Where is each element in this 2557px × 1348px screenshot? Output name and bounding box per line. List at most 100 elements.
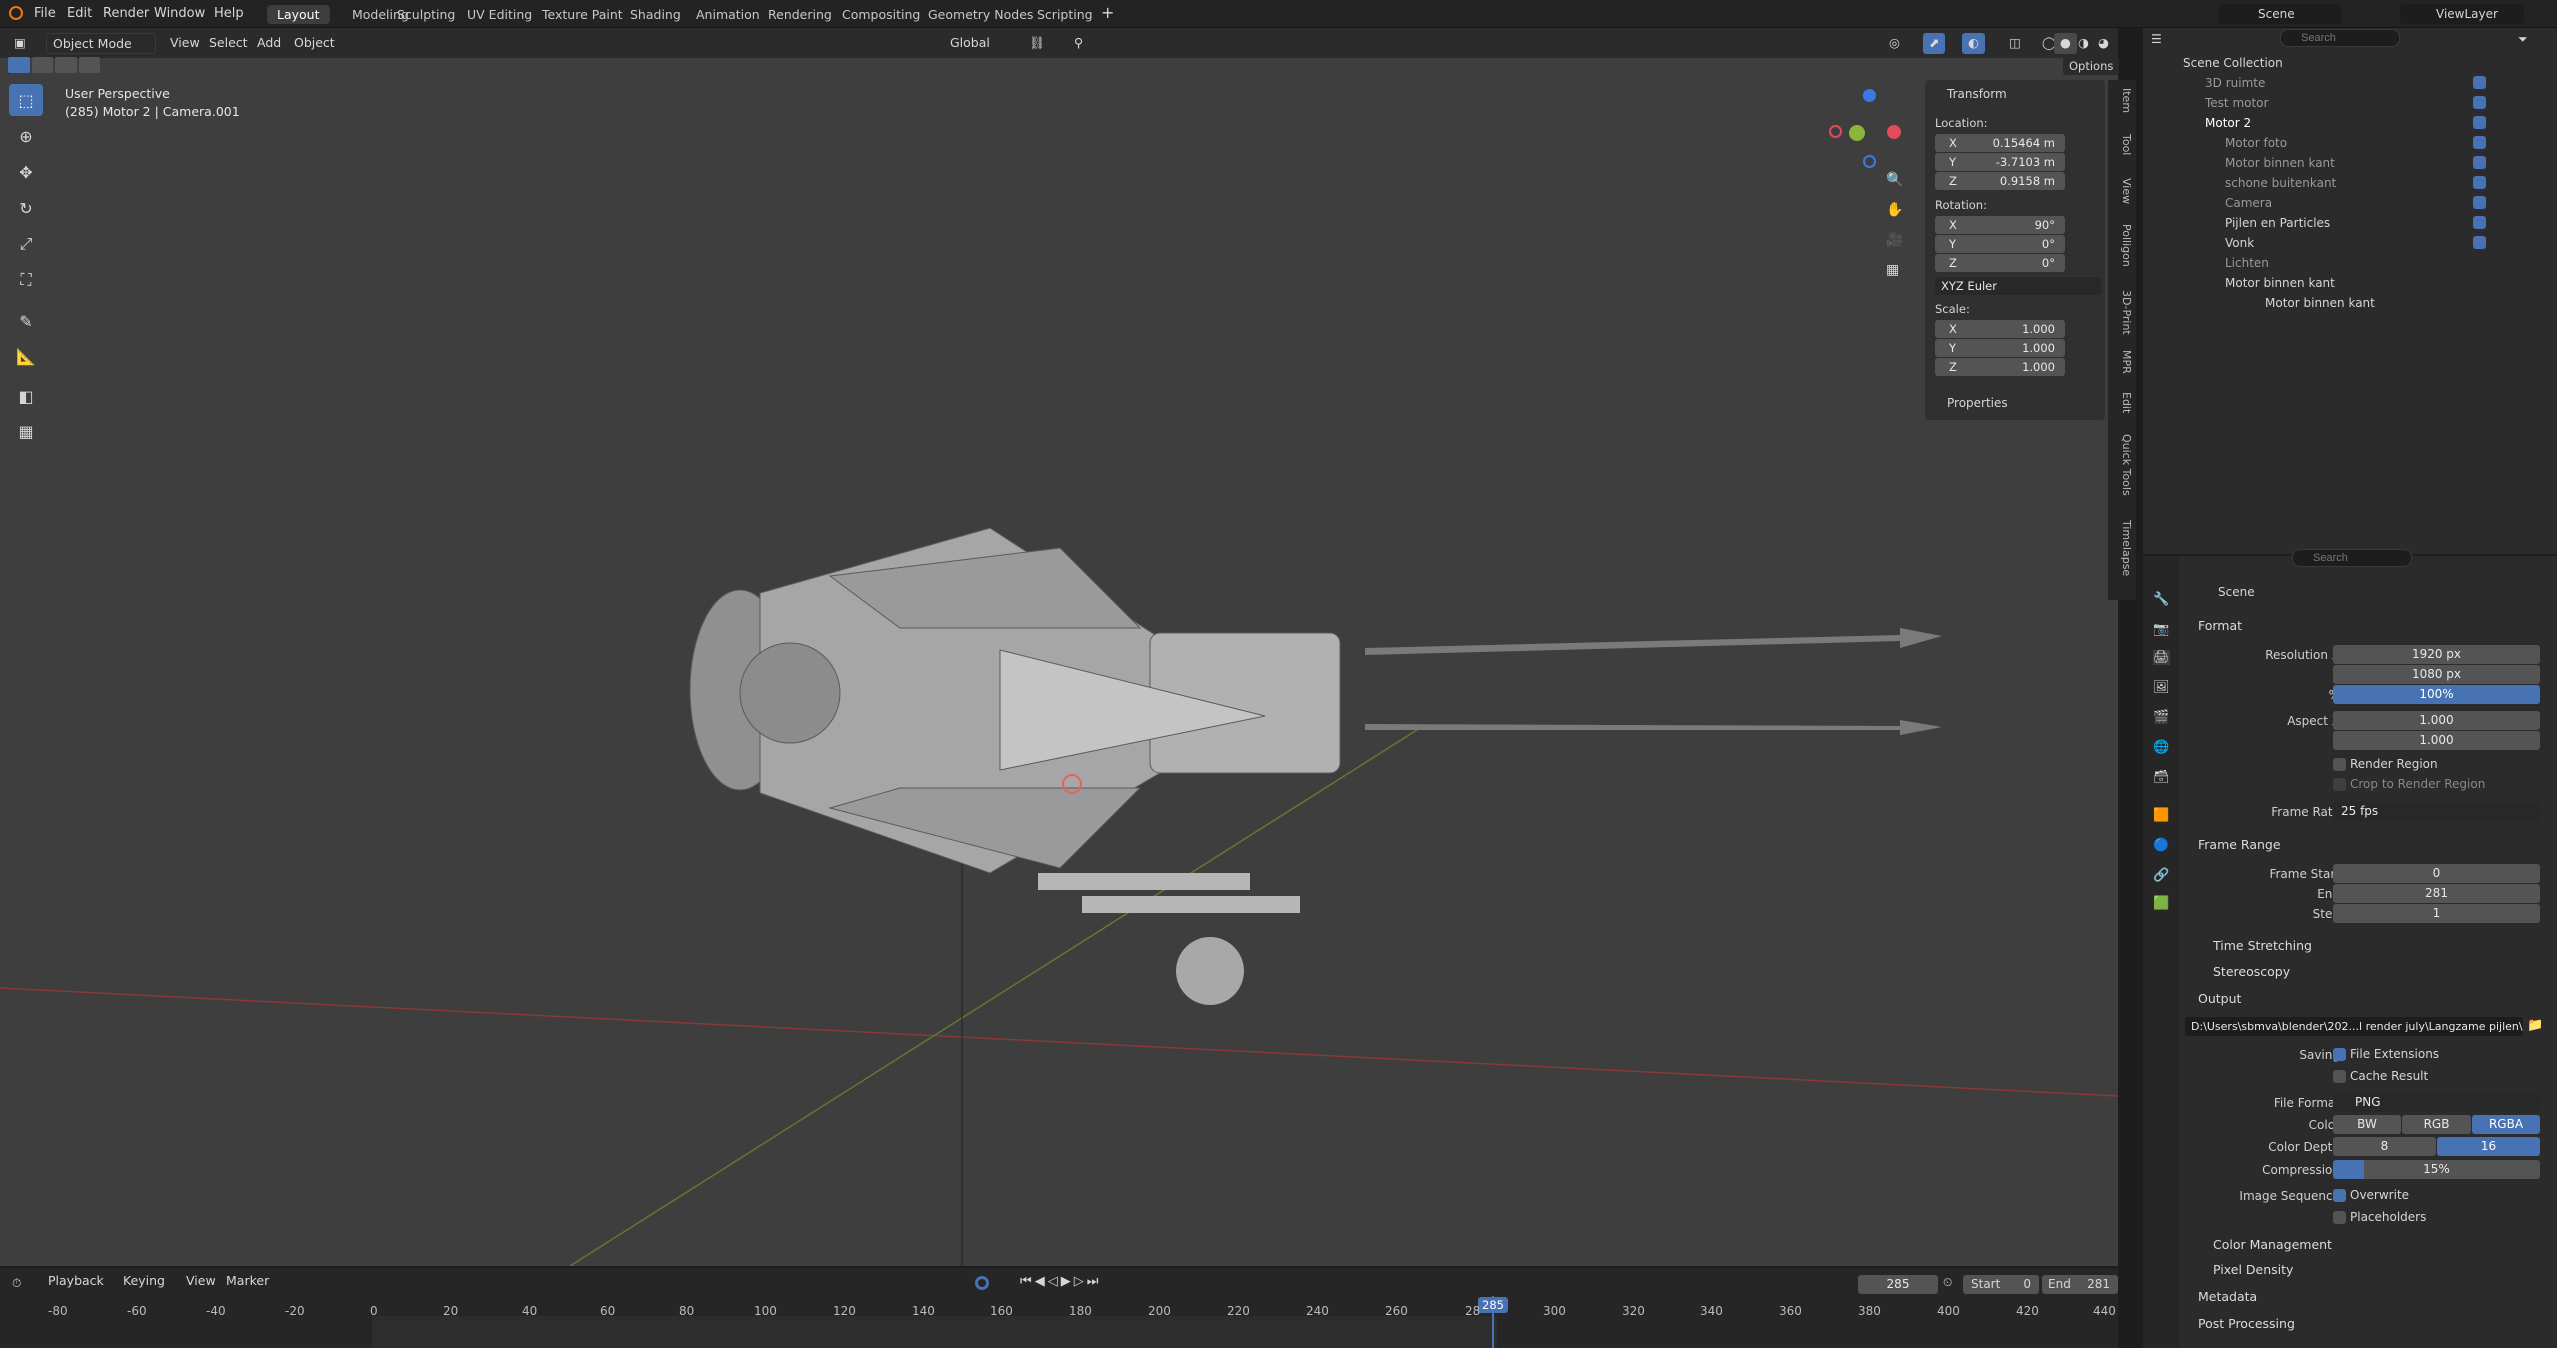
folder-icon[interactable]: 📁 [2527, 1018, 2543, 1033]
depth-8-button[interactable]: 8 [2333, 1137, 2436, 1156]
rotation-x-field[interactable]: X 90° [1935, 216, 2065, 234]
modifier-tab-icon[interactable]: 🔵 [2153, 838, 2169, 853]
outliner-item[interactable]: Motor 2 [2143, 113, 2557, 133]
metadata-header[interactable]: Metadata [2198, 1289, 2257, 1304]
current-frame-field[interactable]: 285 [1858, 1275, 1938, 1294]
tab-item[interactable]: Item [2111, 88, 2133, 113]
orientation-dropdown[interactable]: Global [944, 33, 996, 54]
outliner-item[interactable]: Test motor [2143, 93, 2557, 113]
tab-tool[interactable]: Tool [2111, 134, 2133, 155]
data-tab-icon[interactable]: 🟩 [2153, 896, 2169, 911]
properties-subpanel[interactable]: Properties [1947, 396, 2008, 410]
world-tab-icon[interactable]: 🌐 [2153, 740, 2169, 755]
menu-file[interactable]: File [34, 6, 56, 21]
overwrite-checkbox[interactable] [2333, 1189, 2346, 1202]
end-frame-field[interactable]: End 281 [2042, 1275, 2118, 1294]
aspect-x-field[interactable]: 1.000 [2333, 711, 2540, 730]
tab-3d-print[interactable]: 3D-Print [2111, 290, 2133, 335]
menu-help[interactable]: Help [214, 6, 244, 21]
menu-view[interactable]: View [164, 33, 206, 54]
color-management-header[interactable]: Color Management [2213, 1237, 2332, 1252]
properties-search-input[interactable] [2292, 549, 2412, 567]
filter-icon[interactable]: ⏷ [2518, 32, 2528, 47]
3d-viewport[interactable] [0, 28, 2118, 1266]
tab-uv-editing[interactable]: UV Editing [457, 5, 542, 24]
rotation-z-field[interactable]: Z 0° [1935, 254, 2065, 272]
cache-result-checkbox[interactable] [2333, 1070, 2346, 1083]
rotation-mode-dropdown[interactable]: XYZ Euler [1935, 277, 2101, 295]
cursor-tool-icon[interactable]: ⊕ [9, 120, 43, 152]
gizmo-toggle-icon[interactable]: ⬈ [1923, 33, 1946, 54]
neg-x-axis-icon[interactable] [1829, 125, 1842, 138]
stereoscopy-header[interactable]: Stereoscopy [2213, 964, 2290, 979]
tab-rendering[interactable]: Rendering [758, 5, 842, 24]
timeline-editor-icon[interactable]: ⏱ [12, 1276, 21, 1291]
xray-icon[interactable]: ◫ [2003, 33, 2027, 54]
scale-y-field[interactable]: Y 1.000 [1935, 339, 2065, 357]
outliner-item[interactable]: Camera [2143, 193, 2557, 213]
tab-mpr[interactable]: MPR [2111, 350, 2133, 374]
rotate-tool-icon[interactable]: ↻ [9, 192, 43, 224]
add-workspace-icon[interactable]: + [1101, 3, 1114, 22]
render-region-checkbox[interactable] [2333, 758, 2346, 771]
menu-render[interactable]: Render [103, 6, 149, 21]
keying-menu[interactable]: Keying [117, 1271, 171, 1292]
tab-timelapse[interactable]: Timelapse [2111, 520, 2133, 576]
color-rgba-button[interactable]: RGBA [2472, 1115, 2540, 1134]
tab-edit[interactable]: Edit [2111, 392, 2133, 413]
object-tab-icon[interactable]: 🟧 [2153, 808, 2169, 823]
color-bw-button[interactable]: BW [2333, 1115, 2401, 1134]
outliner-item[interactable]: Vonk [2143, 233, 2557, 253]
start-frame-field[interactable]: Start 0 [1963, 1275, 2039, 1294]
tab-view[interactable]: View [2111, 178, 2133, 204]
select-extend-icon[interactable] [31, 57, 53, 73]
select-new-icon[interactable] [8, 57, 30, 73]
compression-slider[interactable]: 15% [2333, 1160, 2540, 1179]
post-processing-header[interactable]: Post Processing [2198, 1316, 2295, 1331]
scale-x-field[interactable]: X 1.000 [1935, 320, 2065, 338]
output-tab-icon[interactable]: 🖨 [2153, 650, 2170, 665]
add-cube-tool-icon[interactable]: ◧ [9, 380, 43, 412]
format-panel-header[interactable]: Format [2198, 618, 2242, 633]
view-layer-selector[interactable]: ViewLayer [2400, 4, 2524, 24]
color-rgb-button[interactable]: RGB [2402, 1115, 2471, 1134]
select-invert-icon[interactable] [78, 57, 100, 73]
placeholders-checkbox[interactable] [2333, 1211, 2346, 1224]
tab-quick-tools[interactable]: Quick Tools [2111, 434, 2133, 496]
annotate-tool-icon[interactable]: ✎ [9, 305, 43, 337]
render-tab-icon[interactable]: 📷 [2153, 622, 2169, 637]
editor-type-icon[interactable]: ▣ [8, 33, 32, 54]
tab-compositing[interactable]: Compositing [832, 5, 930, 24]
playhead-frame-label[interactable]: 285 [1478, 1297, 1508, 1313]
frame-step-field[interactable]: 1 [2333, 904, 2540, 923]
add-object-tool-icon[interactable]: ▦ [9, 415, 43, 447]
neg-z-axis-icon[interactable] [1863, 155, 1876, 168]
ortho-grid-icon[interactable]: ▦ [1886, 262, 1899, 278]
playback-controls[interactable]: ⏮◀◁▶▷⏭ [1020, 1274, 1101, 1289]
location-z-field[interactable]: Z 0.9158 m [1935, 172, 2065, 190]
resolution-percent-field[interactable]: 100% [2333, 685, 2540, 704]
output-header[interactable]: Output [2198, 991, 2241, 1006]
frame-start-field[interactable]: 0 [2333, 864, 2540, 883]
file-extensions-checkbox[interactable] [2333, 1048, 2346, 1061]
options-button[interactable]: Options [2063, 57, 2120, 75]
y-axis-icon[interactable] [1849, 125, 1865, 141]
frame-range-header[interactable]: Frame Range [2198, 837, 2281, 852]
measure-tool-icon[interactable]: 📐 [9, 340, 43, 372]
outliner-item[interactable]: schone buitenkant [2143, 173, 2557, 193]
time-stretching-header[interactable]: Time Stretching [2213, 938, 2312, 953]
frame-rate-dropdown[interactable]: 25 fps [2333, 802, 2540, 821]
constraint-tab-icon[interactable]: 🔗 [2153, 868, 2169, 883]
resolution-x-field[interactable]: 1920 px [2333, 645, 2540, 664]
tab-sculpting[interactable]: Sculpting [387, 5, 465, 24]
menu-window[interactable]: Window [154, 6, 205, 21]
pixel-density-header[interactable]: Pixel Density [2213, 1262, 2293, 1277]
tab-layout[interactable]: Layout [267, 5, 330, 24]
scale-tool-icon[interactable]: ⤢ [9, 228, 43, 260]
outliner-item[interactable]: Lichten [2143, 253, 2557, 273]
camera-view-icon[interactable]: 🎥 [1886, 232, 1903, 248]
auto-key-icon[interactable] [975, 1276, 989, 1290]
outliner-item[interactable]: Motor foto [2143, 133, 2557, 153]
tab-shading[interactable]: Shading [620, 5, 691, 24]
file-format-dropdown[interactable]: PNG [2333, 1093, 2540, 1112]
